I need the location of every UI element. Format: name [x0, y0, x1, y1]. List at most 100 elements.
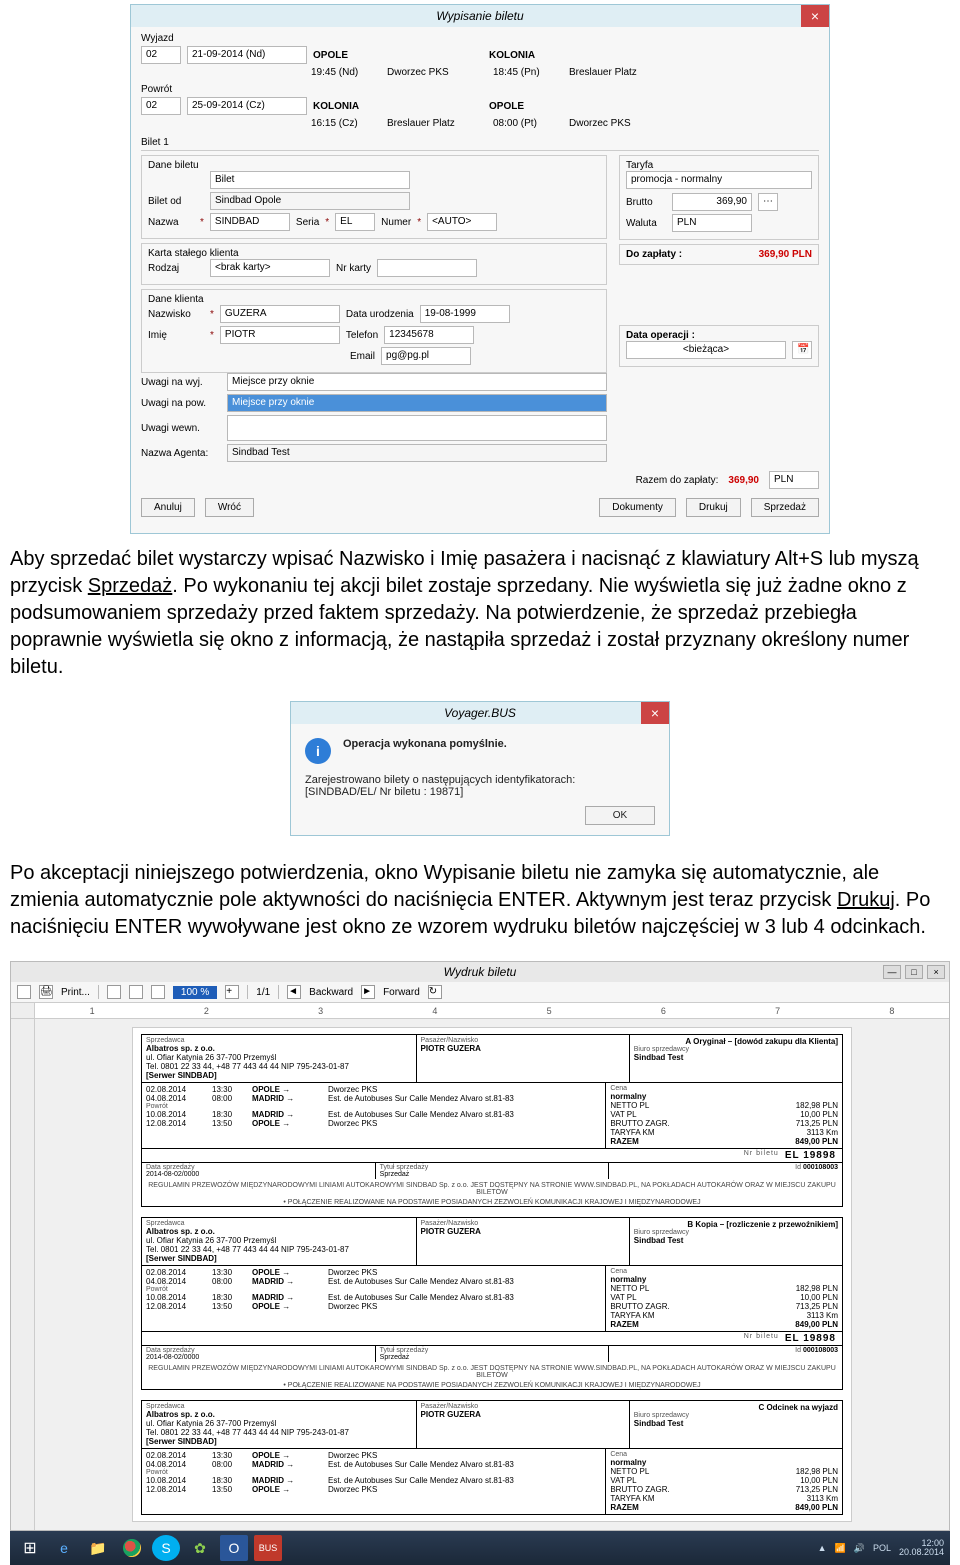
telefon-field[interactable]: 12345678 — [384, 326, 474, 344]
dataop-cal-icon[interactable]: 📅 — [792, 341, 812, 359]
zoom-in-icon[interactable]: + — [225, 985, 239, 999]
print-icon[interactable]: 🖨 — [39, 985, 53, 999]
out-station-from: Dworzec PKS — [387, 67, 487, 78]
toolbar-icon[interactable] — [107, 985, 121, 999]
taskbar-chrome-icon[interactable] — [118, 1535, 146, 1561]
razem-value: 369,90 — [728, 475, 759, 486]
dokumenty-button[interactable]: Dokumenty — [599, 498, 676, 517]
toolbar-icon[interactable] — [129, 985, 143, 999]
daneklienta-group: Dane klienta Nazwisko * GUZERA Data urod… — [141, 289, 607, 373]
dataur-field[interactable]: 19-08-1999 — [420, 305, 510, 323]
forward-label[interactable]: Forward — [383, 987, 420, 998]
horizontal-ruler: 12345678 — [11, 1003, 949, 1019]
tray-time: 12:00 — [899, 1539, 944, 1548]
info-icon: i — [305, 738, 331, 764]
system-tray[interactable]: ▲ 📶 🔊 POL 12:00 20.08.2014 — [818, 1539, 944, 1557]
out-date[interactable]: 21-09-2014 (Nd) — [187, 46, 307, 64]
rodzaj-label: Rodzaj — [148, 263, 204, 274]
print-label[interactable]: Print... — [61, 987, 90, 998]
tray-icon[interactable]: 📶 — [835, 1543, 846, 1554]
dialog-line3: [SINDBAD/EL/ Nr biletu : 19871] — [305, 786, 655, 798]
tray-icon[interactable]: 🔊 — [854, 1543, 865, 1554]
brutto-field[interactable]: 369,90 — [672, 193, 752, 211]
paragraph-2: Po akceptacji niniejszego potwierdzenia,… — [10, 860, 950, 941]
ret-from: KOLONIA — [313, 101, 483, 112]
seria-field[interactable]: EL — [335, 213, 375, 231]
anuluj-button[interactable]: Anuluj — [141, 498, 195, 517]
nazwisko-field[interactable]: GUZERA — [220, 305, 340, 323]
taskbar-skype-icon[interactable]: S — [152, 1535, 180, 1561]
numer-label: Numer — [381, 217, 411, 228]
uwagi-wewn-field[interactable] — [227, 415, 607, 441]
close-button[interactable]: × — [801, 5, 829, 27]
taskbar-app-icon[interactable]: ✿ — [186, 1535, 214, 1561]
nazwa-field[interactable]: SINDBAD — [210, 213, 290, 231]
wroc-button[interactable]: Wróć — [205, 498, 254, 517]
taskbar-outlook-icon[interactable]: O — [220, 1535, 248, 1561]
taryfa-field[interactable]: promocja - normalny — [626, 171, 812, 189]
ret-date[interactable]: 25-09-2014 (Cz) — [187, 97, 307, 115]
backward-icon[interactable]: ◄ — [287, 985, 301, 999]
required-star: * — [325, 217, 329, 228]
agent-label: Nazwa Agenta: — [141, 448, 221, 459]
required-star: * — [210, 309, 214, 320]
titlebar: Wypisanie biletu × — [131, 5, 829, 27]
forward-icon[interactable]: ► — [361, 985, 375, 999]
toolbar-icon[interactable] — [151, 985, 165, 999]
waluta-label: Waluta — [626, 218, 666, 229]
dataop-field[interactable]: <bieżąca> — [626, 341, 786, 359]
dane-biletu-label: Dane biletu — [148, 160, 600, 171]
dialog-voyager: Voyager.BUS × i Operacja wykonana pomyśl… — [290, 701, 670, 836]
razem-cur[interactable]: PLN — [769, 471, 819, 489]
out-from: OPOLE — [313, 50, 483, 61]
uwagi-pow-field[interactable]: Miejsce przy oknie — [227, 394, 607, 412]
waluta-field[interactable]: PLN — [672, 214, 752, 232]
dozaplaty-value: 369,90 PLN — [759, 249, 812, 260]
minimize-button[interactable]: — — [883, 965, 901, 979]
dialog-title: Voyager.BUS — [444, 706, 516, 720]
start-button[interactable]: ⊞ — [16, 1535, 44, 1561]
brutto-btn[interactable]: ⋯ — [758, 193, 778, 211]
backward-label[interactable]: Backward — [309, 987, 353, 998]
zoom-value[interactable]: 100 % — [173, 986, 217, 999]
taskbar-bus-icon[interactable]: BUS — [254, 1535, 282, 1561]
taskbar: ⊞ e 📁 S ✿ O BUS ▲ 📶 🔊 POL 12:00 20.08.20… — [10, 1531, 950, 1565]
tray-icon[interactable]: ▲ — [818, 1543, 827, 1553]
required-star: * — [200, 217, 204, 228]
nrkarty-field[interactable] — [377, 259, 477, 277]
numer-field[interactable]: <AUTO> — [427, 213, 497, 231]
taskbar-ie-icon[interactable]: e — [50, 1535, 78, 1561]
ret-station-from: Breslauer Platz — [387, 118, 487, 129]
sprzedaz-button[interactable]: Sprzedaż — [751, 498, 819, 517]
uwagi-wyj-field[interactable]: Miejsce przy oknie — [227, 373, 607, 391]
taryfa-label: Taryfa — [626, 160, 812, 171]
ok-button[interactable]: OK — [585, 806, 655, 825]
uwagi-wewn-label: Uwagi wewn. — [141, 423, 221, 434]
out-seg[interactable]: 02 — [141, 46, 181, 64]
taskbar-explorer-icon[interactable]: 📁 — [84, 1535, 112, 1561]
telefon-label: Telefon — [346, 330, 378, 341]
window-title: Wypisanie biletu — [436, 9, 523, 23]
imie-field[interactable]: PIOTR — [220, 326, 340, 344]
toolbar-icon[interactable] — [17, 985, 31, 999]
email-field[interactable]: pg@pg.pl — [381, 347, 471, 365]
text-drukuj: Drukuj — [837, 889, 895, 911]
window-wydruk-biletu: Wydruk biletu — □ × 🖨 Print... 100 % + 1… — [10, 961, 950, 1531]
drukuj-button[interactable]: Drukuj — [686, 498, 741, 517]
tray-lang[interactable]: POL — [873, 1543, 891, 1553]
seria-label: Seria — [296, 217, 319, 228]
rodzaj-field[interactable]: <brak karty> — [210, 259, 330, 277]
close-button[interactable]: × — [927, 965, 945, 979]
window-title: Wydruk biletu — [444, 965, 517, 979]
ret-seg[interactable]: 02 — [141, 97, 181, 115]
refresh-icon[interactable]: ↻ — [428, 985, 442, 999]
window-wypisanie-biletu: Wypisanie biletu × Wyjazd 02 21-09-2014 … — [130, 4, 830, 534]
out-time2: 18:45 (Pn) — [493, 67, 563, 78]
maximize-button[interactable]: □ — [905, 965, 923, 979]
biletod-field: Sindbad Opole — [210, 192, 410, 210]
dialog-close-button[interactable]: × — [641, 702, 669, 724]
dialog-line1: Operacja wykonana pomyślnie. — [343, 738, 507, 764]
biletod-label: Bilet od — [148, 196, 204, 207]
tab-bilet1[interactable]: Bilet 1 — [141, 135, 819, 151]
bilet-type[interactable]: Bilet — [210, 171, 410, 189]
